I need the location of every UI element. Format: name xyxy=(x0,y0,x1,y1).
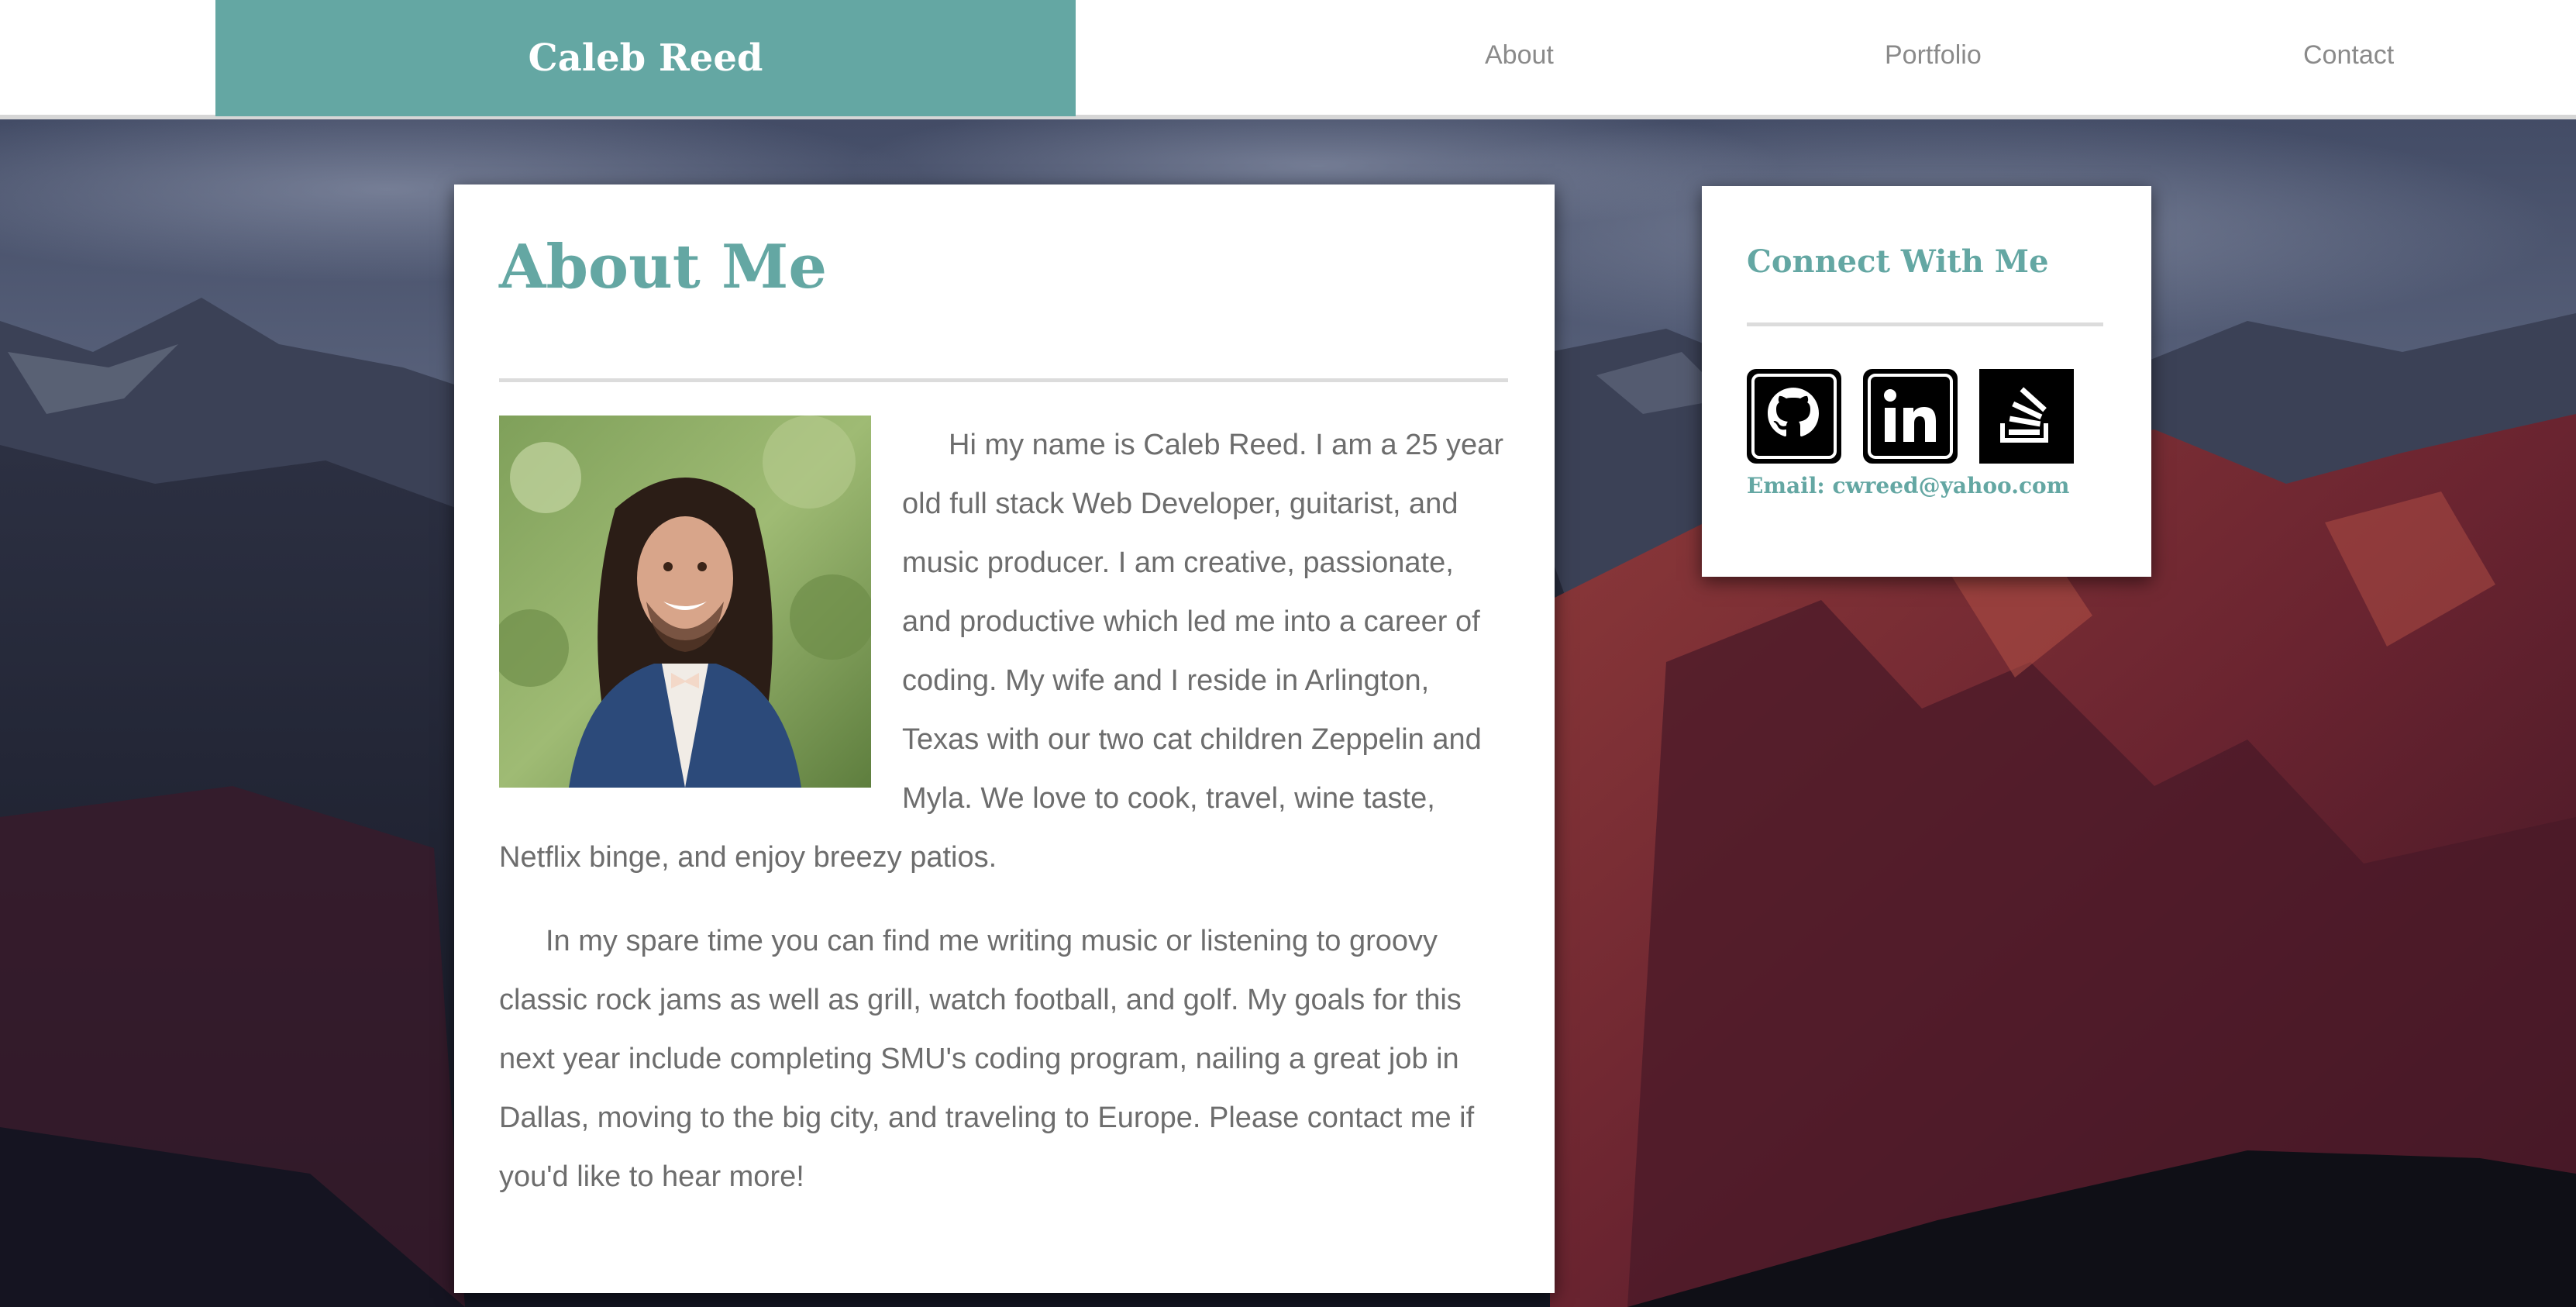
profile-photo xyxy=(499,416,871,788)
nav-link-about[interactable]: About xyxy=(1485,40,1554,71)
top-navbar: Caleb Reed About Portfolio Contact xyxy=(0,0,2576,119)
github-link[interactable] xyxy=(1747,369,1841,464)
stackoverflow-icon xyxy=(1979,369,2074,464)
nav-link-contact[interactable]: Contact xyxy=(2303,40,2394,71)
connect-with-me-card: Connect With Me Email: cwreed@yahoo.com xyxy=(1702,186,2151,577)
section-divider xyxy=(499,378,1508,382)
nav-link-portfolio[interactable]: Portfolio xyxy=(1885,40,1982,71)
linkedin-icon xyxy=(1863,369,1958,464)
email-label: Email: xyxy=(1747,473,1825,498)
connect-divider xyxy=(1747,322,2103,326)
stackoverflow-link[interactable] xyxy=(1979,369,2074,464)
about-me-text: Hi my name is Caleb Reed. I am a 25 year… xyxy=(499,416,1508,1206)
email-link[interactable]: cwreed@yahoo.com xyxy=(1832,473,2069,498)
brand-link[interactable]: Caleb Reed xyxy=(215,0,1076,116)
linkedin-link[interactable] xyxy=(1863,369,1958,464)
about-me-card: About Me Hi my name is Caleb Reed. I am … xyxy=(454,184,1555,1293)
email-line: Email: cwreed@yahoo.com xyxy=(1747,473,2069,498)
about-paragraph-2: In my spare time you can find me writing… xyxy=(499,925,1475,1193)
social-links xyxy=(1747,369,2074,464)
github-icon xyxy=(1747,369,1841,464)
about-me-heading: About Me xyxy=(499,232,827,302)
connect-heading: Connect With Me xyxy=(1747,243,2049,280)
